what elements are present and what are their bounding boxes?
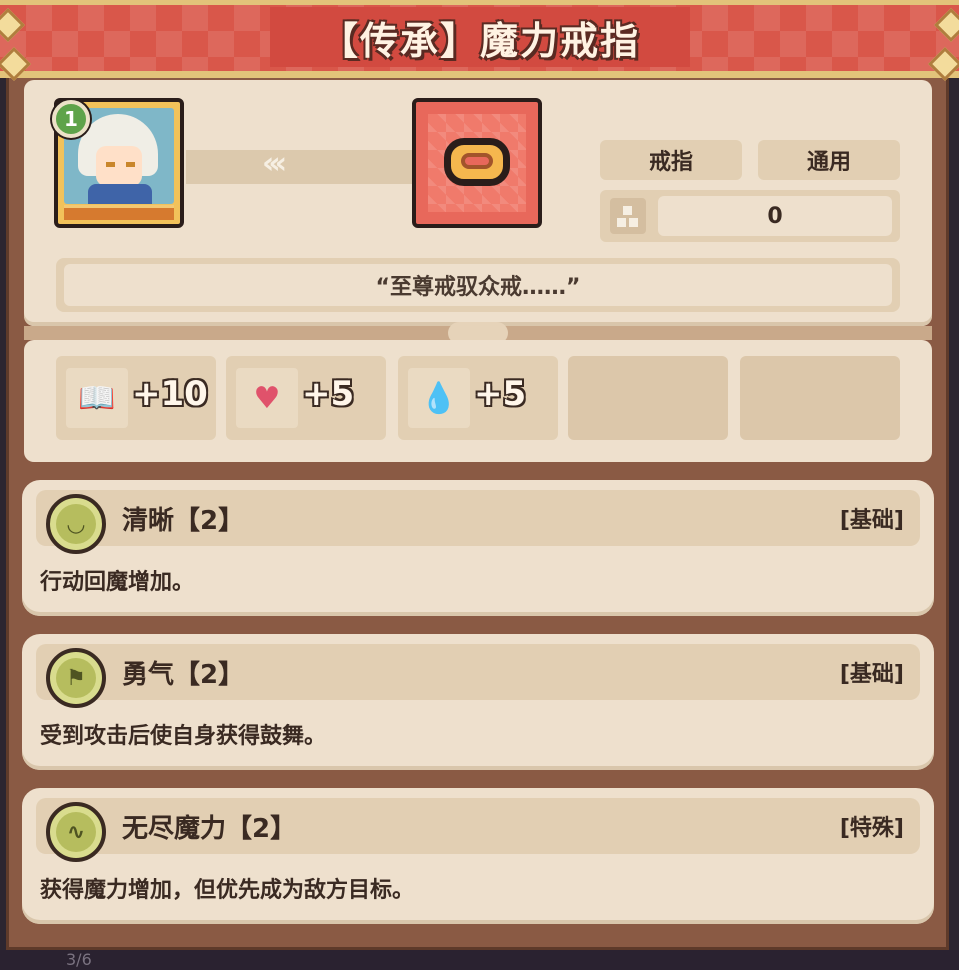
- title-banner: 【传承】魔力戒指: [0, 0, 959, 78]
- clarity-medal-icon: ◡: [46, 494, 106, 554]
- stat-value: +5: [474, 374, 527, 414]
- trait-header: ⚑ 勇气【2】 [基础]: [36, 644, 920, 708]
- character-pedestal: [64, 205, 174, 220]
- book-icon: 📖: [66, 368, 128, 428]
- page-indicator: 3/6: [66, 950, 92, 969]
- item-count-box: 0: [600, 190, 900, 242]
- background-strip: 3/6: [0, 950, 959, 970]
- flavor-text-box: “至尊戒驭众戒……”: [56, 258, 900, 312]
- trait-description: 获得魔力增加，但优先成为敌方目标。: [40, 878, 415, 903]
- endless-magic-medal-icon: ∿: [46, 802, 106, 862]
- item-slot[interactable]: [412, 98, 542, 228]
- item-type-tag: 戒指: [600, 140, 742, 180]
- stat-slot-empty: [568, 356, 728, 440]
- stat-slot-empty: [740, 356, 900, 440]
- stat-health: ♥ +5: [226, 356, 386, 440]
- banner-corner-left-gem: [0, 8, 25, 42]
- stat-mana: 💧 +5: [398, 356, 558, 440]
- trait-name: 勇气【2】: [122, 660, 245, 690]
- stat-value: +5: [302, 374, 355, 414]
- stat-value: +10: [132, 374, 208, 414]
- item-count-value: 0: [658, 196, 892, 236]
- trait-name: 清晰【2】: [122, 506, 245, 536]
- banner-corner-right-gem: [934, 8, 959, 42]
- item-title: 【传承】魔力戒指: [319, 18, 640, 63]
- trait-category: [基础]: [839, 508, 904, 533]
- trait-header: ◡ 清晰【2】 [基础]: [36, 490, 920, 554]
- trait-description: 行动回魔增加。: [40, 570, 195, 595]
- stat-intellect: 📖 +10: [56, 356, 216, 440]
- trait-card-courage[interactable]: ⚑ 勇气【2】 [基础] 受到攻击后使自身获得鼓舞。: [22, 634, 934, 770]
- level-badge: 1: [52, 100, 90, 138]
- chevrons-left-icon: ‹‹‹: [262, 146, 287, 181]
- trait-category: [特殊]: [839, 816, 904, 841]
- ring-icon: [444, 138, 510, 186]
- title-plate: 【传承】魔力戒指: [270, 7, 690, 67]
- water-drop-icon: 💧: [408, 368, 470, 428]
- grid-icon: [610, 198, 646, 234]
- trait-name: 无尽魔力【2】: [122, 814, 297, 844]
- trait-card-endless-magic[interactable]: ∿ 无尽魔力【2】 [特殊] 获得魔力增加，但优先成为敌方目标。: [22, 788, 934, 924]
- heart-icon: ♥: [236, 368, 298, 428]
- link-bar: [186, 150, 412, 184]
- trait-category: [基础]: [839, 662, 904, 687]
- trait-card-clarity[interactable]: ◡ 清晰【2】 [基础] 行动回魔增加。: [22, 480, 934, 616]
- courage-medal-icon: ⚑: [46, 648, 106, 708]
- item-scope-tag: 通用: [758, 140, 900, 180]
- flavor-text: “至尊戒驭众戒……”: [64, 264, 892, 306]
- trait-header: ∿ 无尽魔力【2】 [特殊]: [36, 798, 920, 862]
- trait-description: 受到攻击后使自身获得鼓舞。: [40, 724, 327, 749]
- section-divider: [24, 322, 932, 344]
